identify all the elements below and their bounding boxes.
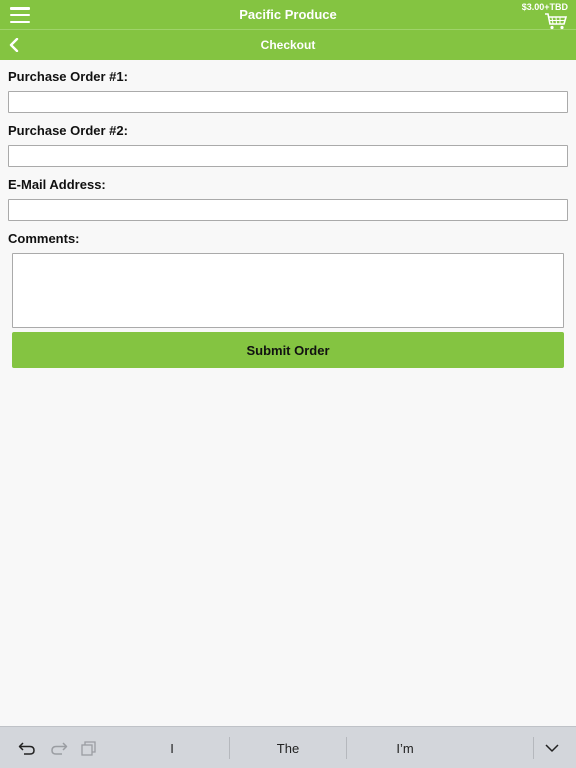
po2-label: Purchase Order #2: [8,123,128,138]
cart-icon[interactable] [544,13,568,30]
suggestion-divider [533,737,534,759]
keyboard-shortcut-bar: I The I’m [0,726,576,768]
suggestion-2[interactable]: The [230,741,346,756]
undo-icon[interactable] [18,740,36,756]
app-title: Pacific Produce [239,7,337,22]
paste-icon[interactable] [80,740,98,756]
redo-icon[interactable] [50,740,68,756]
po1-input[interactable] [8,91,568,113]
submit-order-button[interactable]: Submit Order [12,332,564,368]
app-header: Pacific Produce $3.00+TBD [0,0,576,30]
po2-input[interactable] [8,145,568,167]
nav-bar: Checkout [0,30,576,60]
chevron-down-icon[interactable] [543,740,561,756]
cart-total[interactable]: $3.00+TBD [522,2,568,12]
email-input[interactable] [8,199,568,221]
page-title: Checkout [260,38,316,52]
comments-label: Comments: [8,231,80,246]
email-label: E-Mail Address: [8,177,106,192]
comments-input[interactable] [12,253,564,328]
po1-label: Purchase Order #1: [8,69,128,84]
suggestion-1[interactable]: I [114,741,230,756]
suggestion-3[interactable]: I’m [347,741,463,756]
